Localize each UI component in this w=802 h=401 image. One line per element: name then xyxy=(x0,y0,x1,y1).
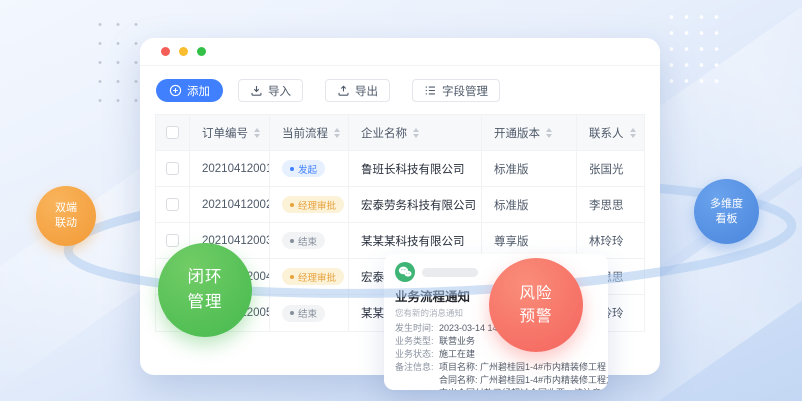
window-minimize-button[interactable] xyxy=(179,47,188,56)
header-company[interactable]: 企业名称 xyxy=(349,115,482,151)
window-close-button[interactable] xyxy=(161,47,170,56)
import-button-label: 导入 xyxy=(268,83,291,99)
window-titlebar xyxy=(140,38,660,66)
export-icon xyxy=(337,84,350,97)
dot-grid-decoration xyxy=(91,15,139,111)
plus-circle-icon xyxy=(169,84,182,97)
field-value: 联营业务 xyxy=(439,335,475,348)
add-button[interactable]: 添加 xyxy=(156,79,223,102)
list-icon xyxy=(424,84,437,97)
table-row: 20210412001 发起 鲁班长科技有限公司 标准版 张国光 xyxy=(156,151,644,187)
sort-icon xyxy=(413,128,419,138)
status-badge: 经理审批 xyxy=(282,196,344,213)
process-cell: 发起 xyxy=(270,151,349,187)
company-cell: 宏泰劳务科技有限公司 xyxy=(349,187,482,223)
wechat-icon xyxy=(395,262,415,282)
select-all-cell xyxy=(156,115,190,151)
status-badge: 发起 xyxy=(282,160,325,177)
field-label: 业务状态: xyxy=(395,348,439,361)
header-company-label: 企业名称 xyxy=(361,125,407,141)
process-cell: 结束 xyxy=(270,295,349,331)
import-icon xyxy=(250,84,263,97)
remark-line: 支出合同付款已经超过合同收票，请注意！！！ xyxy=(439,387,608,390)
field-label: 业务类型: xyxy=(395,335,439,348)
field-management-button-label: 字段管理 xyxy=(442,83,488,99)
checkbox-cell xyxy=(156,187,190,223)
field-value: 项目名称: 广州碧桂园1-4#市内精装修工程 合同名称: 广州碧桂园1-4#市内… xyxy=(439,361,608,390)
sort-icon xyxy=(546,128,552,138)
process-cell: 经理审批 xyxy=(270,259,349,295)
feature-bubble-dual-link: 双端 联动 xyxy=(36,186,96,246)
sender-placeholder xyxy=(422,268,478,277)
header-process-label: 当前流程 xyxy=(282,125,328,141)
row-checkbox[interactable] xyxy=(166,234,179,247)
order-cell: 20210412002 xyxy=(190,187,270,223)
process-cell: 结束 xyxy=(270,223,349,259)
table-row: 20210412002 经理审批 宏泰劳务科技有限公司 标准版 李思思 xyxy=(156,187,644,223)
field-management-button[interactable]: 字段管理 xyxy=(412,79,500,102)
contact-cell: 张国光 xyxy=(577,151,644,187)
row-checkbox[interactable] xyxy=(166,162,179,175)
header-contact-label: 联系人 xyxy=(589,125,624,141)
header-process[interactable]: 当前流程 xyxy=(270,115,349,151)
select-all-checkbox[interactable] xyxy=(166,126,179,139)
contact-cell: 李思思 xyxy=(577,187,644,223)
add-button-label: 添加 xyxy=(187,83,210,99)
header-order[interactable]: 订单编号 xyxy=(190,115,270,151)
scene: 添加 导入 导出 字段管理 订单编号 当前流程 企业名称 开通版本 xyxy=(0,0,802,401)
feature-bubble-risk-alert: 风险 预警 xyxy=(489,258,583,352)
window-maximize-button[interactable] xyxy=(197,47,206,56)
export-button-label: 导出 xyxy=(355,83,378,99)
toolbar: 添加 导入 导出 字段管理 xyxy=(140,66,660,114)
table-header-row: 订单编号 当前流程 企业名称 开通版本 联系人 xyxy=(156,115,644,151)
field-label: 发生时间: xyxy=(395,322,439,335)
header-order-label: 订单编号 xyxy=(202,125,248,141)
export-button[interactable]: 导出 xyxy=(325,79,390,102)
row-checkbox[interactable] xyxy=(166,198,179,211)
checkbox-cell xyxy=(156,151,190,187)
header-version-label: 开通版本 xyxy=(494,125,540,141)
sort-icon xyxy=(334,128,340,138)
company-cell: 鲁班长科技有限公司 xyxy=(349,151,482,187)
status-badge: 结束 xyxy=(282,232,325,249)
status-badge: 结束 xyxy=(282,305,325,322)
status-badge: 经理审批 xyxy=(282,268,344,285)
version-cell: 标准版 xyxy=(482,187,577,223)
version-cell: 标准版 xyxy=(482,151,577,187)
sort-icon xyxy=(630,128,636,138)
dot-grid-decoration xyxy=(664,9,730,93)
header-contact[interactable]: 联系人 xyxy=(577,115,644,151)
import-button[interactable]: 导入 xyxy=(238,79,303,102)
process-cell: 经理审批 xyxy=(270,187,349,223)
remark-line: 项目名称: 广州碧桂园1-4#市内精装修工程 xyxy=(439,361,608,374)
feature-bubble-dashboard: 多维度 看板 xyxy=(694,179,759,244)
remark-line: 合同名称: 广州碧桂园1-4#市内精装修工程龙骨采购合同 xyxy=(439,374,608,387)
field-label: 备注信息: xyxy=(395,361,439,390)
header-version[interactable]: 开通版本 xyxy=(482,115,577,151)
field-value: 施工在建 xyxy=(439,348,475,361)
sort-icon xyxy=(254,128,260,138)
feature-bubble-closed-loop: 闭环 管理 xyxy=(158,243,252,337)
order-cell: 20210412001 xyxy=(190,151,270,187)
